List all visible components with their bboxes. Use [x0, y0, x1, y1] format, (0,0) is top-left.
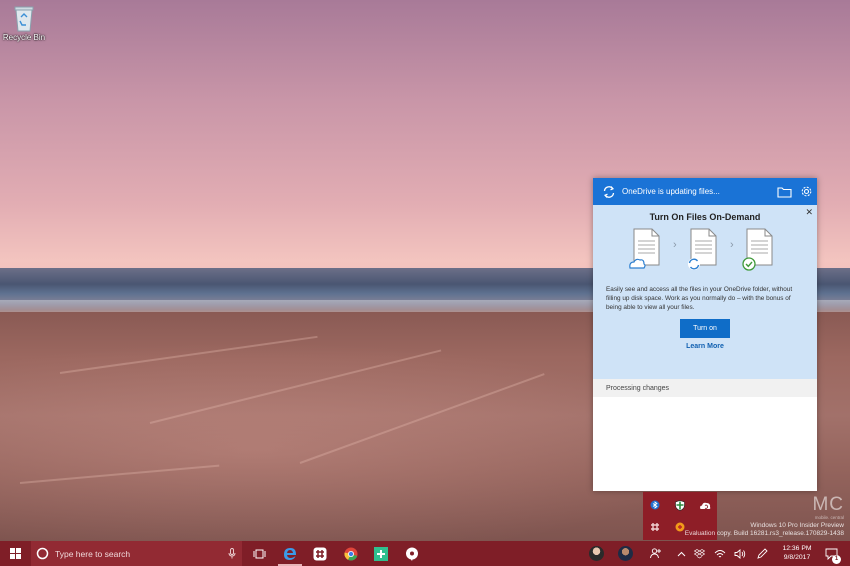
- chat-app-icon: [406, 547, 418, 561]
- recycle-bin-icon: [14, 6, 34, 32]
- settings-button[interactable]: [795, 178, 817, 205]
- people-button[interactable]: [646, 541, 666, 566]
- watermark-edition: Windows 10 Pro Insider Preview: [750, 522, 844, 529]
- cloud-file-icon: [629, 228, 660, 269]
- show-hidden-icons-button[interactable]: [672, 541, 690, 566]
- watermark-build: Evaluation copy. Build 16281.rs3_release…: [684, 530, 844, 537]
- network-button[interactable]: [710, 541, 730, 566]
- synced-file-icon: [742, 228, 773, 271]
- taskbar-app-edge[interactable]: [275, 541, 305, 566]
- taskbar-people-avatar-1[interactable]: [585, 541, 607, 566]
- taskbar-app-slack[interactable]: [305, 541, 335, 566]
- edge-icon: [284, 547, 296, 560]
- promo-description: Easily see and access all the files in y…: [606, 286, 793, 311]
- close-icon[interactable]: ✕: [805, 207, 813, 218]
- activity-list: [593, 397, 817, 491]
- activity-status: Processing changes: [593, 379, 817, 397]
- microphone-icon[interactable]: [228, 548, 236, 559]
- task-view-button[interactable]: [244, 541, 274, 566]
- start-button[interactable]: [0, 541, 31, 566]
- sync-icon: [596, 185, 622, 199]
- desktop-icon-recycle-bin[interactable]: Recycle Bin: [2, 4, 46, 42]
- taskbar-search-box[interactable]: Type here to search: [31, 541, 242, 566]
- wifi-icon: [714, 549, 726, 557]
- taskbar-clock[interactable]: 12:36 PM 9/8/2017: [776, 544, 818, 562]
- chevron-right-icon: ›: [730, 239, 734, 251]
- onedrive-header: OneDrive is updating files...: [593, 178, 817, 205]
- desktop-icon-label: Recycle Bin: [2, 33, 46, 42]
- gear-icon: [801, 186, 811, 197]
- avatar: [617, 546, 633, 561]
- files-on-demand-promo: ✕ Turn On Files On-Demand › › Easily see…: [593, 205, 817, 379]
- dropbox-tray-button[interactable]: [690, 541, 708, 566]
- onedrive-status-text: OneDrive is updating files...: [622, 187, 720, 196]
- cortana-icon: [36, 547, 49, 560]
- search-placeholder: Type here to search: [55, 548, 131, 559]
- syncing-file-icon: [688, 228, 717, 270]
- task-view-icon: [253, 549, 265, 558]
- bluetooth-icon[interactable]: [649, 499, 661, 511]
- taskbar-app-plus[interactable]: [366, 541, 396, 566]
- dropbox-icon: [693, 548, 705, 558]
- chevron-up-icon: [677, 551, 685, 556]
- taskbar-app-chat[interactable]: [397, 541, 427, 566]
- onedrive-flyout: OneDrive is updating files... ✕ Turn On …: [593, 178, 817, 491]
- windows-logo-icon: [10, 548, 21, 559]
- pen-icon: [756, 548, 768, 559]
- turn-on-button[interactable]: Turn on: [680, 319, 730, 338]
- clock-time: 12:36 PM: [782, 545, 812, 552]
- avatar: [588, 546, 604, 561]
- taskbar-app-chrome[interactable]: [336, 541, 366, 566]
- action-center-button[interactable]: 1: [820, 541, 842, 566]
- chevron-right-icon: ›: [673, 239, 677, 251]
- folder-icon: [776, 186, 792, 198]
- watermark-brand: mobile. central: [814, 515, 844, 520]
- notification-badge: 1: [832, 555, 841, 564]
- taskbar-people-avatar-2[interactable]: [614, 541, 636, 566]
- chrome-icon: [344, 547, 358, 560]
- learn-more-link[interactable]: Learn More: [593, 343, 817, 350]
- slack-tray-icon[interactable]: [649, 521, 661, 533]
- slack-icon: [313, 547, 327, 560]
- files-illustration: › ›: [593, 227, 817, 273]
- people-icon: [650, 548, 661, 559]
- plus-app-icon: [374, 546, 388, 561]
- taskbar: Type here to search 12:36 PM 9/8/2017 1: [0, 541, 850, 566]
- pen-button[interactable]: [752, 541, 772, 566]
- open-folder-button[interactable]: [773, 178, 795, 205]
- volume-button[interactable]: [730, 541, 750, 566]
- promo-title: Turn On Files On-Demand: [649, 212, 761, 222]
- clock-date: 9/8/2017: [783, 554, 811, 561]
- desktop-watermark: MC mobile. central Windows 10 Pro Inside…: [684, 494, 844, 538]
- speaker-icon: [734, 548, 746, 559]
- watermark-logo: MC: [812, 494, 844, 515]
